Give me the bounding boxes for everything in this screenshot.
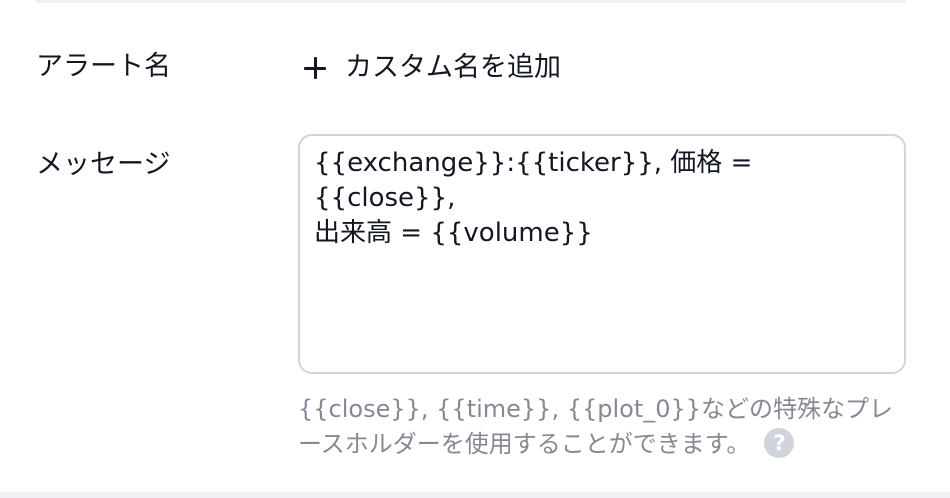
question-circle-icon[interactable]: ?	[764, 428, 795, 458]
message-label: メッセージ	[36, 149, 171, 180]
section-divider-top	[36, 0, 906, 3]
add-custom-name-label: カスタム名を追加	[345, 52, 561, 83]
section-divider-bottom	[0, 492, 950, 498]
message-textarea[interactable]: {{exchange}}:{{ticker}}, 価格 = {{close}},…	[298, 134, 906, 374]
placeholder-hint: {{close}}, {{time}}, {{plot_0}}などの特殊なプレー…	[298, 392, 908, 462]
placeholder-hint-text: {{close}}, {{time}}, {{plot_0}}などの特殊なプレー…	[298, 395, 894, 458]
plus-icon	[304, 57, 326, 79]
alert-name-label: アラート名	[36, 51, 171, 82]
add-custom-name-button[interactable]: カスタム名を追加	[298, 50, 561, 86]
